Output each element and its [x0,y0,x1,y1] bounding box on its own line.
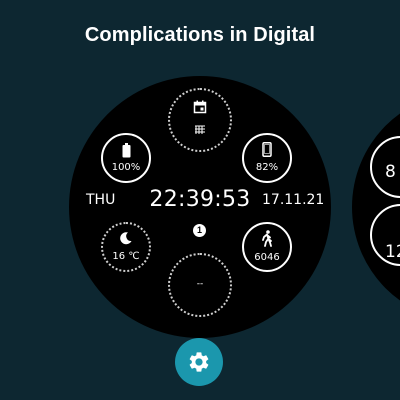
phone-icon [244,142,290,162]
complication-battery[interactable]: 100% [101,133,151,183]
screen: Complications in Digital 100% 82% THU 22… [0,0,400,400]
temperature-value: 16 ℃ [112,251,140,262]
complication-bottom[interactable]: -- [168,253,232,317]
complication-steps[interactable]: 6046 [242,222,292,272]
calendar-event-glyph [170,122,230,140]
moon-icon [103,231,149,250]
gear-icon [187,350,211,374]
complication-top[interactable] [168,88,232,152]
page-title: Complications in Digital [84,24,316,46]
watch-face-preview[interactable]: 100% 82% THU 22:39:53 17.11.21 1 16 ℃ 60… [69,76,331,338]
complication-phone-battery[interactable]: 82% [242,133,292,183]
complication-weather[interactable]: 16 ℃ [101,222,151,272]
phone-battery-value: 82% [255,162,279,173]
next-face-preview[interactable]: 8 12 [352,92,400,322]
next-face-upper-value: 8 [385,162,396,182]
next-face-lower-value: 12 [385,242,400,262]
walking-icon [244,230,290,252]
date-label: 17.11.21 [262,192,325,208]
battery-icon [103,143,149,163]
steps-value: 6046 [254,252,280,263]
settings-button[interactable] [175,338,223,386]
notification-badge[interactable]: 1 [193,224,206,237]
battery-value: 100% [111,162,141,173]
bottom-complication-value: -- [196,279,204,289]
calendar-icon [170,100,230,119]
